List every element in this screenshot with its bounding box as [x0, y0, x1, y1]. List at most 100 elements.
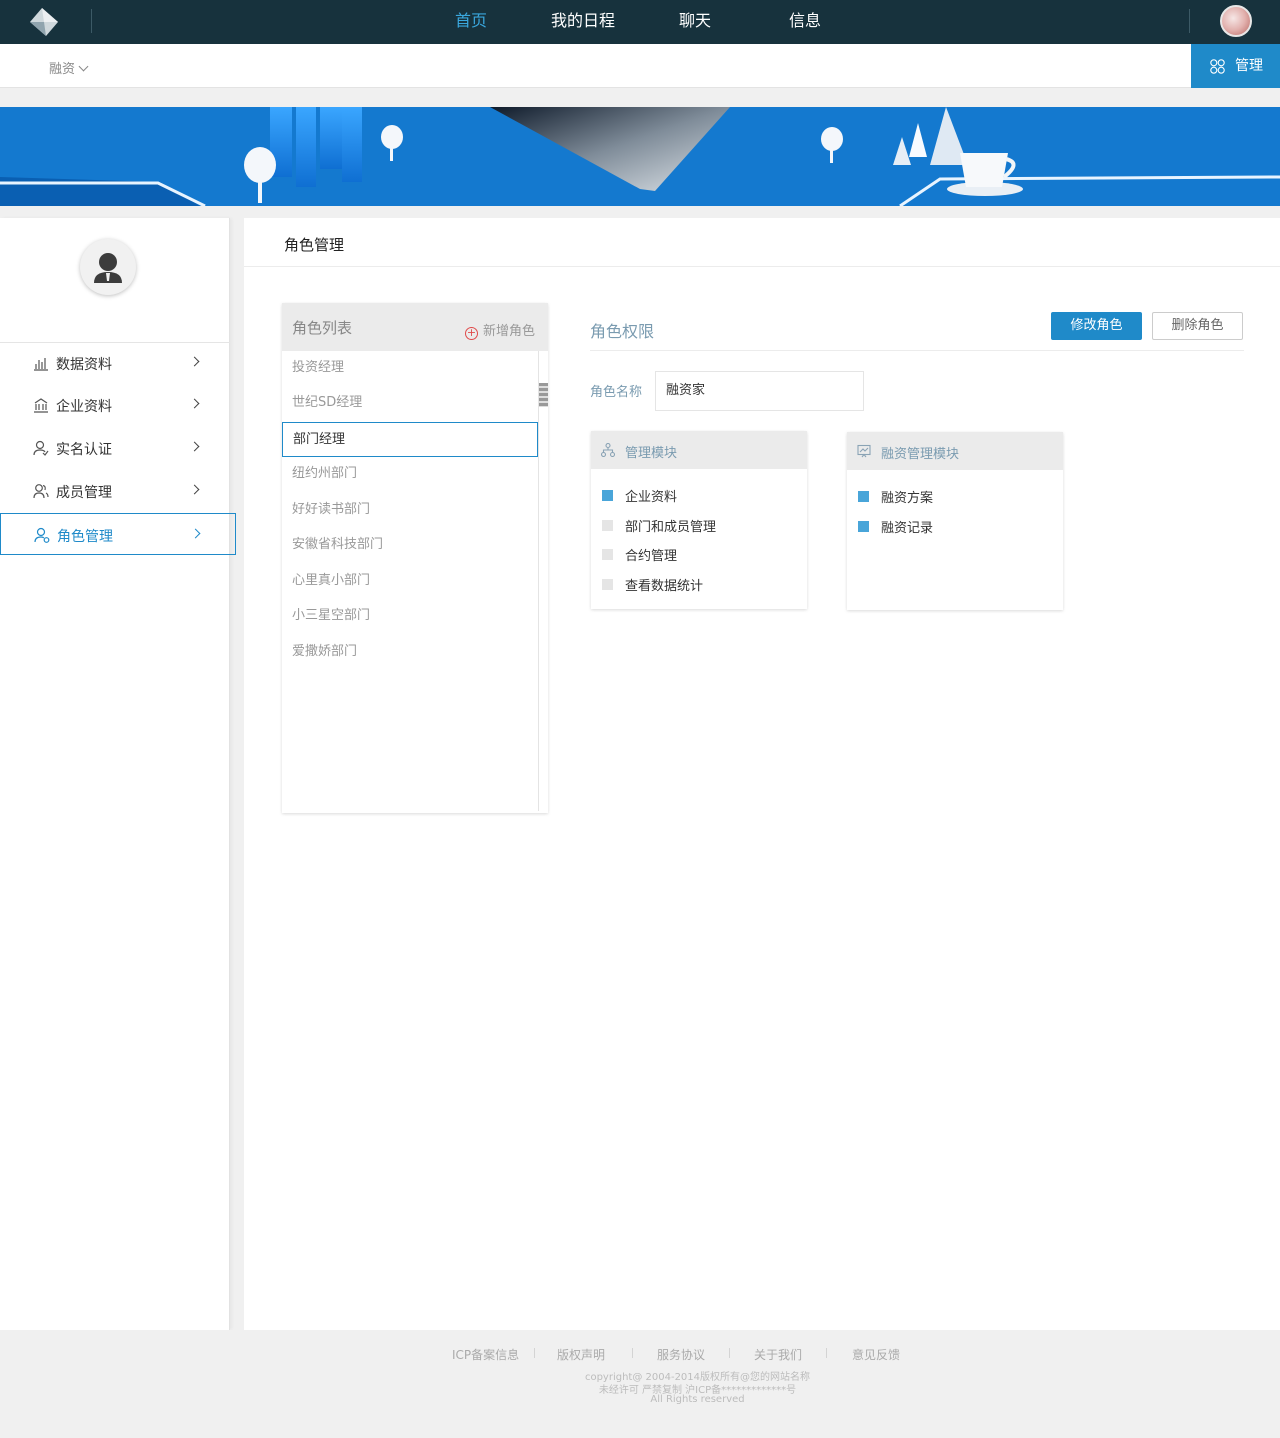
role-list-item[interactable]: 好好读书部门 — [282, 493, 538, 528]
permission-label: 查看数据统计 — [625, 579, 704, 594]
permission-checkbox-row[interactable]: 企业资料 — [591, 481, 807, 509]
sidebar-item-label: 成员管理 — [56, 485, 112, 501]
role-list-title: 角色列表 — [292, 319, 353, 337]
checkbox-unchecked[interactable] — [602, 549, 613, 560]
module-title: 融资管理模块 — [881, 447, 960, 462]
user-verify-icon — [33, 440, 49, 456]
sidebar-item-label: 企业资料 — [56, 399, 112, 415]
user-avatar[interactable] — [1220, 5, 1252, 37]
checkbox-checked[interactable] — [858, 521, 869, 532]
footer-link-icp[interactable]: ICP备案信息 — [452, 1346, 519, 1363]
chevron-down-icon — [78, 61, 89, 72]
role-list-item[interactable]: 世纪SD经理 — [282, 386, 538, 421]
role-list-item[interactable]: 爱撒娇部门 — [282, 635, 538, 670]
checkbox-checked[interactable] — [602, 490, 613, 501]
nav-schedule[interactable]: 我的日程 — [551, 0, 615, 44]
rights-line: All Rights reserved — [650, 1394, 745, 1405]
org-tree-icon — [601, 443, 615, 457]
role-icon — [34, 527, 50, 543]
title-divider — [244, 266, 1280, 267]
add-role-button[interactable]: + 新增角色 — [465, 320, 536, 340]
scrollbar-thumb[interactable] — [539, 383, 548, 407]
nav-home[interactable]: 首页 — [455, 0, 487, 44]
role-name-input[interactable]: 融资家 — [655, 371, 864, 411]
footer-link-feedback[interactable]: 意见反馈 — [852, 1346, 900, 1363]
role-name-label: 角色名称 — [590, 385, 643, 400]
checkbox-unchecked[interactable] — [602, 520, 613, 531]
chevron-right-icon — [189, 398, 200, 409]
role-list-item[interactable]: 投资经理 — [282, 351, 538, 386]
role-list-header: 角色列表 + 新增角色 — [282, 303, 548, 351]
user-silhouette-icon — [94, 253, 122, 283]
sidebar: 数据资料 企业资料 实名认证 成员管理 角色管理 — [0, 218, 236, 1330]
category-select[interactable]: 融资 — [49, 58, 89, 77]
permission-label: 企业资料 — [625, 490, 678, 505]
building-icon — [34, 398, 48, 413]
role-list-item[interactable]: 纽约州部门 — [282, 457, 538, 492]
sidebar-item-label: 实名认证 — [56, 442, 112, 458]
footer-link-copyright[interactable]: 版权声明 — [557, 1346, 605, 1363]
banner-illustration — [0, 107, 1280, 206]
nav-messages[interactable]: 信息 — [789, 0, 821, 44]
footer-link-terms[interactable]: 服务协议 — [657, 1346, 705, 1363]
role-list-item[interactable]: 心里真小部门 — [282, 564, 538, 599]
main-panel: 角色管理 角色列表 + 新增角色 投资经理 世纪SD经理 部门经理 纽约州部门 好… — [244, 218, 1280, 1330]
manage-button-label: 管理 — [1235, 58, 1263, 74]
category-select-value: 融资 — [49, 62, 76, 77]
sidebar-item-label: 角色管理 — [57, 529, 113, 545]
sidebar-item-company[interactable]: 企业资料 — [0, 384, 230, 426]
permissions-divider — [590, 350, 1244, 351]
management-module-card: 管理模块 企业资料 部门和成员管理 合约管理 查看数据统计 — [591, 431, 807, 609]
nav-divider — [91, 9, 92, 33]
role-list-panel: 角色列表 + 新增角色 投资经理 世纪SD经理 部门经理 纽约州部门 好好读书部门… — [282, 303, 548, 813]
footer-link-about[interactable]: 关于我们 — [754, 1346, 802, 1363]
financing-module-card: 融资管理模块 融资方案 融资记录 — [847, 432, 1063, 610]
nav-chat[interactable]: 聊天 — [679, 0, 711, 44]
page-title: 角色管理 — [284, 236, 345, 254]
permission-checkbox-row[interactable]: 合约管理 — [591, 540, 807, 568]
role-list-item-selected[interactable]: 部门经理 — [282, 422, 538, 457]
sidebar-item-members[interactable]: 成员管理 — [0, 470, 230, 512]
permission-label: 融资记录 — [881, 521, 934, 536]
permission-label: 部门和成员管理 — [625, 520, 717, 535]
scrollbar-track[interactable] — [538, 351, 539, 811]
footer-separator — [729, 1348, 730, 1358]
sidebar-item-roles[interactable]: 角色管理 — [0, 513, 236, 555]
permission-label: 融资方案 — [881, 491, 934, 506]
permission-checkbox-row[interactable]: 查看数据统计 — [591, 570, 807, 598]
sidebar-item-data[interactable]: 数据资料 — [0, 342, 230, 384]
chevron-right-icon — [190, 528, 201, 539]
delete-role-button[interactable]: 删除角色 — [1152, 312, 1243, 340]
add-role-label: 新增角色 — [483, 324, 536, 339]
permission-checkbox-row[interactable]: 融资记录 — [847, 512, 1063, 540]
footer-separator — [632, 1348, 633, 1358]
chart-board-icon — [857, 444, 871, 458]
role-list-item[interactable]: 安徽省科技部门 — [282, 528, 538, 563]
module-header: 融资管理模块 — [847, 432, 1063, 470]
grid-icon — [1210, 59, 1225, 74]
nav-divider — [1189, 9, 1190, 33]
manage-button[interactable]: 管理 — [1191, 44, 1280, 88]
permission-checkbox-row[interactable]: 部门和成员管理 — [591, 511, 807, 539]
edit-role-button[interactable]: 修改角色 — [1051, 312, 1142, 340]
permissions-title: 角色权限 — [590, 322, 655, 341]
footer-separator — [534, 1348, 535, 1358]
top-nav-bar: 首页 我的日程 聊天 信息 — [0, 0, 1280, 44]
chevron-right-icon — [189, 484, 200, 495]
footer: ICP备案信息 版权声明 服务协议 关于我们 意见反馈 copyright@ 2… — [0, 1330, 1280, 1438]
role-list-item[interactable]: 小三星空部门 — [282, 599, 538, 634]
sidebar-item-verification[interactable]: 实名认证 — [0, 427, 230, 469]
members-icon — [33, 484, 49, 499]
chevron-right-icon — [189, 356, 200, 367]
banner-image — [0, 107, 1280, 206]
sidebar-item-label: 数据资料 — [56, 357, 112, 373]
profile-avatar[interactable] — [80, 239, 136, 295]
permission-label: 合约管理 — [625, 549, 678, 564]
module-title: 管理模块 — [625, 446, 678, 461]
module-header: 管理模块 — [591, 431, 807, 469]
logo-icon[interactable] — [28, 6, 62, 38]
checkbox-unchecked[interactable] — [602, 579, 613, 590]
checkbox-checked[interactable] — [858, 491, 869, 502]
permission-checkbox-row[interactable]: 融资方案 — [847, 482, 1063, 510]
sub-bar: 融资 管理 — [0, 44, 1280, 88]
